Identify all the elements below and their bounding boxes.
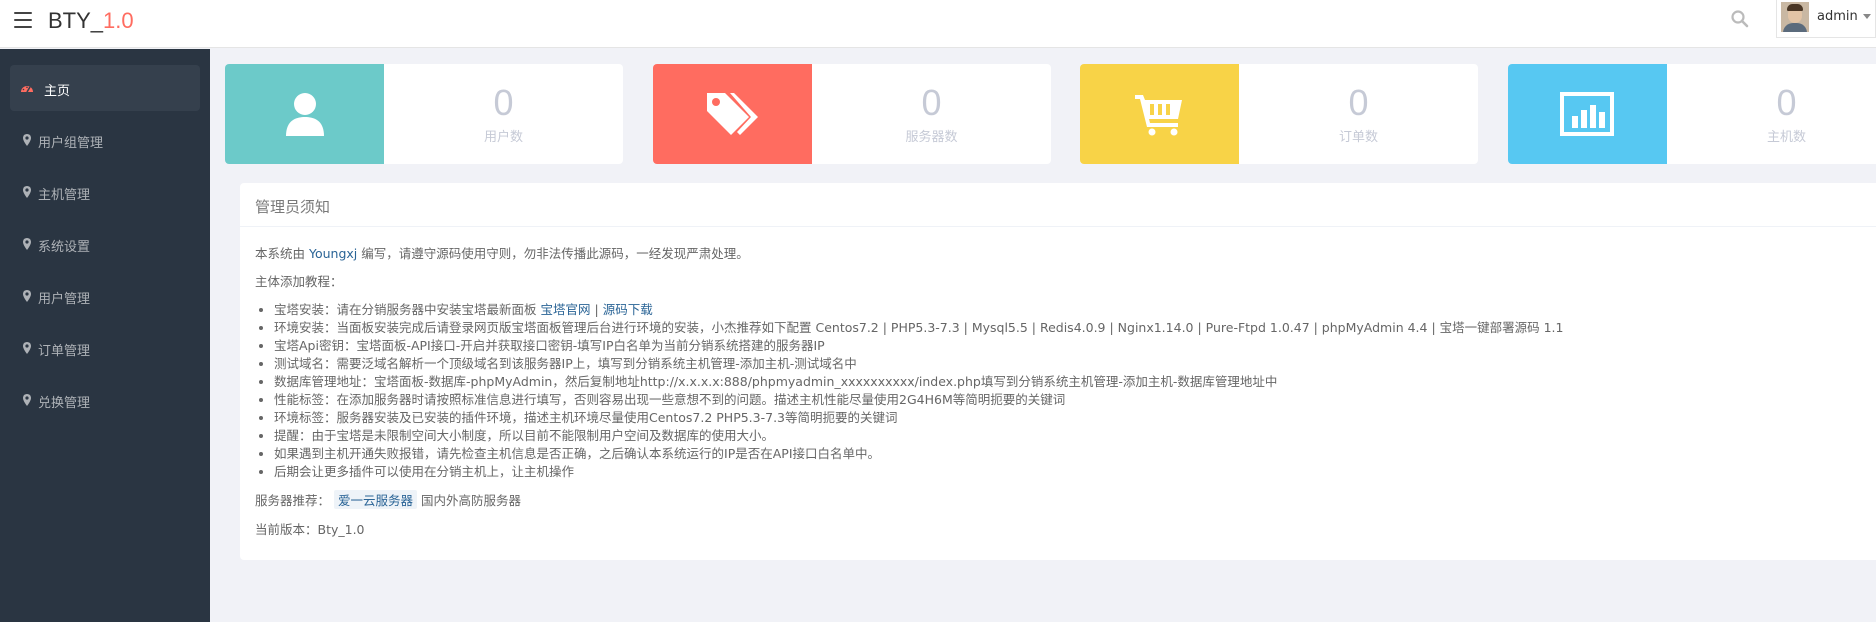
panel-title: 管理员须知 xyxy=(255,198,331,216)
sidebar-item-label: 用户管理 xyxy=(38,292,91,307)
map-marker-icon xyxy=(23,238,31,250)
stat-value: 0 xyxy=(1776,82,1797,123)
intro-suffix: 编写，请遵守源码使用守则，勿非法传播此源码，一经发现严肃处理。 xyxy=(361,246,749,261)
list-item: 测试域名：需要泛域名解析一个顶级域名到该服务器IP上，填写到分销系统主机管理-添… xyxy=(255,355,1855,373)
stat-symbol xyxy=(653,64,812,164)
stat-card-orders: 0 订单数 xyxy=(1080,64,1478,164)
stat-symbol xyxy=(1508,64,1667,164)
sidebar-item-orders[interactable]: 订单管理 xyxy=(10,325,200,371)
list-item: 后期会让更多插件可以使用在分销主机上，让主机操作 xyxy=(255,463,1855,481)
list-item-text: 宝塔安装：请在分销服务器中安装宝塔最新面板 xyxy=(274,302,537,317)
brand-version: 1.0 xyxy=(103,8,134,33)
bt-official-link[interactable]: 宝塔官网 xyxy=(541,302,591,317)
map-marker-icon xyxy=(23,342,31,354)
stat-value: 0 xyxy=(493,82,514,123)
stat-label: 主机数 xyxy=(1766,130,1806,145)
sidebar-item-label: 订单管理 xyxy=(38,344,91,359)
list-item: 环境标签：服务器安装及已安装的插件环境，描述主机环境尽量使用Centos7.2 … xyxy=(255,409,1855,427)
tags-icon xyxy=(707,93,758,135)
bar-chart-icon xyxy=(1560,92,1614,136)
link-separator: | xyxy=(594,302,599,317)
stat-label: 订单数 xyxy=(1338,130,1378,145)
intro-prefix: 本系统由 xyxy=(255,246,306,261)
caret-down-icon xyxy=(1863,14,1871,19)
stat-symbol xyxy=(1080,64,1239,164)
stat-label: 服务器数 xyxy=(905,130,958,145)
sidebar-item-home[interactable]: 主页 xyxy=(10,65,200,111)
map-marker-icon xyxy=(23,186,31,198)
user-name: admin xyxy=(1817,9,1858,24)
sidebar-item-redeem[interactable]: 兑换管理 xyxy=(10,377,200,423)
tutorial-list: 宝塔安装：请在分销服务器中安装宝塔最新面板 宝塔官网 | 源码下载 环境安装：当… xyxy=(255,301,1855,481)
shopping-cart-icon xyxy=(1135,95,1182,136)
sidebar-item-label: 主机管理 xyxy=(38,188,91,203)
sidebar-item-label: 兑换管理 xyxy=(38,396,91,411)
map-marker-icon xyxy=(23,394,31,406)
sidebar-item-user-groups[interactable]: 用户组管理 xyxy=(10,117,200,163)
user-dropdown[interactable]: admin xyxy=(1776,0,1876,38)
sidebar-item-settings[interactable]: 系统设置 xyxy=(10,221,200,267)
server-link[interactable]: 爱一云服务器 xyxy=(334,490,418,509)
sidebar-item-label: 用户组管理 xyxy=(38,136,104,151)
map-marker-icon xyxy=(23,290,31,302)
list-item: 如果遇到主机开通失败报错，请先检查主机信息是否正确，之后确认本系统运行的IP是否… xyxy=(255,445,1855,463)
server-suffix: 国内外高防服务器 xyxy=(421,493,522,508)
list-item: 数据库管理地址：宝塔面板-数据库-phpMyAdmin，然后复制地址http:/… xyxy=(255,373,1855,391)
stat-label: 用户数 xyxy=(483,130,523,145)
sidebar: 主页 用户组管理 主机管理 系统设置 用户管理 订单管理 兑换管理 xyxy=(0,49,210,622)
search-icon[interactable] xyxy=(1730,9,1750,29)
top-header: BTY_1.0 admin xyxy=(0,0,1876,48)
source-download-link[interactable]: 源码下载 xyxy=(603,302,653,317)
dashboard-icon xyxy=(21,86,33,93)
stat-value: 0 xyxy=(921,82,942,123)
user-icon xyxy=(286,93,324,136)
stat-symbol xyxy=(225,64,384,164)
list-item: 宝塔Api密钥：宝塔面板-API接口-开启并获取接口密钥-填写IP白名单为当前分… xyxy=(255,337,1855,355)
hamburger-icon[interactable] xyxy=(14,12,32,28)
brand-logo[interactable]: BTY_1.0 xyxy=(48,8,134,34)
avatar xyxy=(1781,2,1809,32)
sidebar-item-hosts[interactable]: 主机管理 xyxy=(10,169,200,215)
panel-heading: 管理员须知 xyxy=(240,183,1876,227)
sidebar-item-label: 系统设置 xyxy=(38,240,91,255)
stat-value: 0 xyxy=(1348,82,1369,123)
sidebar-item-label: 主页 xyxy=(44,84,71,99)
stat-card-servers: 0 服务器数 xyxy=(653,64,1051,164)
author-link[interactable]: Youngxj xyxy=(309,246,357,261)
sidebar-item-users[interactable]: 用户管理 xyxy=(10,273,200,319)
intro-line: 本系统由 Youngxj 编写，请遵守源码使用守则，勿非法传播此源码，一经发现严… xyxy=(255,243,749,262)
server-recommend-line: 服务器推荐： 爱一云服务器 国内外高防服务器 xyxy=(255,490,521,509)
tutorial-heading: 主体添加教程： xyxy=(255,274,343,289)
server-prefix: 服务器推荐： xyxy=(255,493,331,508)
map-marker-icon xyxy=(23,134,31,146)
list-item: 环境安装：当面板安装完成后请登录网页版宝塔面板管理后台进行环境的安装，小杰推荐如… xyxy=(255,319,1855,337)
list-item: 提醒：由于宝塔是未限制空间大小制度，所以目前不能限制用户空间及数据库的使用大小。 xyxy=(255,427,1855,445)
list-item: 宝塔安装：请在分销服务器中安装宝塔最新面板 宝塔官网 | 源码下载 xyxy=(255,301,1855,319)
stat-card-hosts: 0 主机数 xyxy=(1508,64,1876,164)
admin-notice-panel: 管理员须知 本系统由 Youngxj 编写，请遵守源码使用守则，勿非法传播此源码… xyxy=(240,183,1876,560)
brand-name: BTY_ xyxy=(48,8,104,33)
version-text: 当前版本：Bty_1.0 xyxy=(255,522,365,537)
list-item: 性能标签：在添加服务器时请按照标准信息进行填写，否则容易出现一些意想不到的问题。… xyxy=(255,391,1855,409)
stat-card-users: 0 用户数 xyxy=(225,64,623,164)
